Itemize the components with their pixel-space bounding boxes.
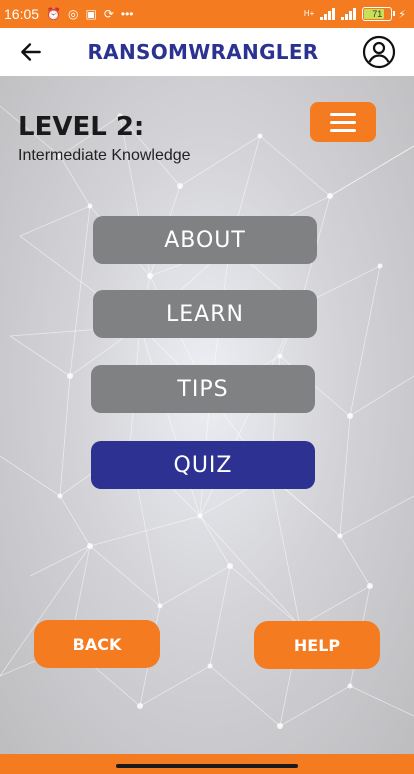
navigation-bar	[0, 754, 414, 774]
status-time: 16:05	[4, 6, 40, 22]
menu-line-icon	[330, 128, 356, 132]
status-left: 16:05 ⏰ ◎ ▣ ⟳ •••	[4, 6, 134, 22]
charging-icon: ⚡	[398, 8, 406, 21]
menu-line-icon	[330, 112, 356, 116]
learn-button[interactable]: LEARN	[93, 290, 317, 338]
app-title: RANSOMWRANGLER	[87, 40, 319, 64]
status-right: H+ 71 ⚡	[304, 7, 406, 21]
battery-level: 71	[372, 9, 383, 19]
profile-icon[interactable]	[362, 35, 396, 69]
menu-line-icon	[330, 120, 356, 124]
tips-button[interactable]: TIPS	[91, 365, 315, 413]
alarm-icon: ⏰	[46, 7, 61, 21]
network-type-label: H+	[303, 9, 315, 18]
about-button[interactable]: ABOUT	[93, 216, 317, 264]
signal-icon	[320, 8, 336, 20]
back-arrow-icon[interactable]	[18, 39, 44, 65]
level-title: LEVEL 2:	[18, 112, 145, 142]
more-notifications-icon: •••	[120, 7, 134, 21]
home-indicator[interactable]	[116, 764, 298, 768]
notification-icon: ◎	[68, 7, 79, 21]
content-area: LEVEL 2: Intermediate Knowledge ABOUT LE…	[0, 76, 414, 754]
help-button[interactable]: HELP	[254, 621, 380, 669]
hamburger-menu-button[interactable]	[310, 102, 376, 142]
battery-icon: 71	[362, 7, 396, 21]
app-notification-icon: ▣	[85, 7, 97, 21]
signal-icon-2	[341, 8, 357, 20]
back-button[interactable]: BACK	[34, 620, 160, 668]
quiz-button[interactable]: QUIZ	[91, 441, 315, 489]
app-bar: RANSOMWRANGLER	[0, 28, 414, 76]
level-subtitle: Intermediate Knowledge	[18, 147, 191, 164]
status-bar: 16:05 ⏰ ◎ ▣ ⟳ ••• H+ 71 ⚡	[0, 0, 414, 28]
sync-icon: ⟳	[103, 7, 114, 21]
